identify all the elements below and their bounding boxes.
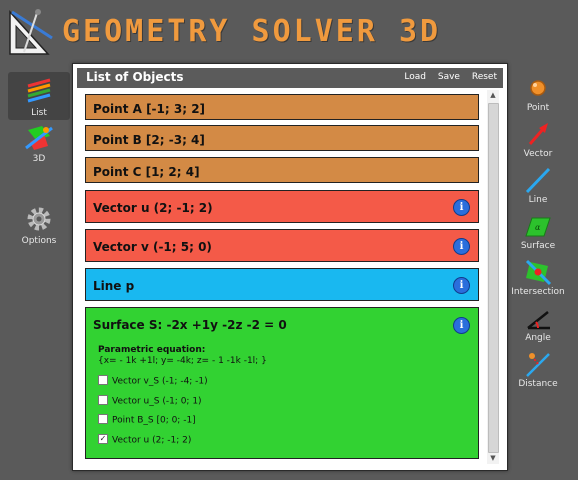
parametric-equation-label: Parametric equation: [98,345,206,355]
tool-surface[interactable]: α Surface [508,210,568,254]
nav-item-options[interactable]: Options [8,200,70,248]
checkbox[interactable] [98,395,108,405]
line-icon [525,167,551,194]
tool-point[interactable]: Point [508,72,568,116]
scroll-up-arrow-icon[interactable]: ▲ [487,90,499,101]
app-logo [9,9,53,55]
list-item-point-a[interactable]: Point A [-1; 3; 2] [85,94,479,120]
option-label: Vector v_S (-1; -4; -1) [112,376,208,387]
save-button[interactable]: Save [438,72,460,82]
option-label: Vector u_S (-1; 0; 1) [112,396,202,407]
list-icon [27,78,51,103]
list-item-surface-s[interactable]: Surface S: -2x +1y -2z -2 = 0 i Parametr… [85,307,479,459]
scroll-down-arrow-icon[interactable]: ▼ [487,453,499,464]
nav-item-list[interactable]: List [8,72,70,120]
nav-item-3d[interactable]: 3D [8,118,70,166]
load-button[interactable]: Load [404,72,426,82]
app-title: GEOMETRY SOLVER 3D [62,14,442,49]
tool-angle[interactable]: Angle [508,302,568,346]
info-icon[interactable]: i [453,317,470,334]
tool-point-label: Point [526,103,550,113]
option-row[interactable]: Vector v_S (-1; -4; -1) [98,375,208,387]
object-label: Vector u (2; -1; 2) [93,201,213,215]
tool-vector-label: Vector [523,149,553,159]
objects-list: Point A [-1; 3; 2] Point B [2; -3; 4] Po… [85,90,483,462]
tool-vector[interactable]: Vector [508,118,568,162]
checkbox-checked[interactable]: ✓ [98,434,108,444]
gear-icon [27,207,51,231]
nav-item-options-label: Options [21,236,57,246]
tool-distance-label: Distance [518,379,558,389]
tool-angle-label: Angle [525,333,551,343]
nav-item-list-label: List [31,108,47,118]
object-label: Vector v (-1; 5; 0) [93,240,212,254]
parametric-equation: {x= - 1k +1l; y= -4k; z= - 1 -1k -1l; } [98,356,267,366]
object-label: Point C [1; 2; 4] [93,165,200,179]
option-label: Point B_S [0; 0; -1] [112,415,196,426]
tool-surface-label: Surface [520,241,556,251]
option-row[interactable]: Vector u_S (-1; 0; 1) [98,395,202,407]
tool-intersection[interactable]: Intersection [508,256,568,300]
panel-header: List of Objects Load Save Reset [77,68,503,88]
list-item-point-c[interactable]: Point C [1; 2; 4] [85,157,479,183]
tool-line[interactable]: Line [508,164,568,208]
info-icon[interactable]: i [453,238,470,255]
object-label: Surface S: -2x +1y -2z -2 = 0 [93,318,287,332]
object-label: Line p [93,279,135,293]
checkbox[interactable] [98,414,108,424]
svg-text:α: α [535,223,541,232]
nav-item-3d-label: 3D [32,154,46,164]
objects-panel: List of Objects Load Save Reset Point A … [72,63,508,471]
tool-line-label: Line [528,195,548,205]
option-row[interactable]: ✓ Vector u (2; -1; 2) [98,434,192,446]
scrollbar[interactable]: ▲ ▼ [487,90,499,464]
point-icon [530,80,546,96]
panel-title: List of Objects [86,70,184,84]
option-label: Vector u (2; -1; 2) [112,435,192,446]
scroll-thumb[interactable] [488,103,499,453]
option-row[interactable]: Point B_S [0; 0; -1] [98,414,196,426]
tool-intersection-label: Intersection [511,287,565,297]
tool-distance[interactable]: Distance [508,348,568,392]
3d-icon [25,126,53,150]
vector-icon [528,123,548,145]
panel-actions: Load Save Reset [395,72,497,82]
list-item-point-b[interactable]: Point B [2; -3; 4] [85,125,479,151]
surface-icon: α [525,217,551,237]
checkbox[interactable] [98,375,108,385]
info-icon[interactable]: i [453,277,470,294]
reset-button[interactable]: Reset [472,72,497,82]
list-item-vector-v[interactable]: Vector v (-1; 5; 0) i [85,229,479,262]
object-label: Point A [-1; 3; 2] [93,102,206,116]
intersection-icon [525,259,552,286]
info-icon[interactable]: i [453,199,470,216]
list-item-line-p[interactable]: Line p i [85,268,479,301]
object-label: Point B [2; -3; 4] [93,133,205,147]
distance-icon [526,353,550,377]
angle-icon [527,311,550,330]
list-item-vector-u[interactable]: Vector u (2; -1; 2) i [85,190,479,223]
